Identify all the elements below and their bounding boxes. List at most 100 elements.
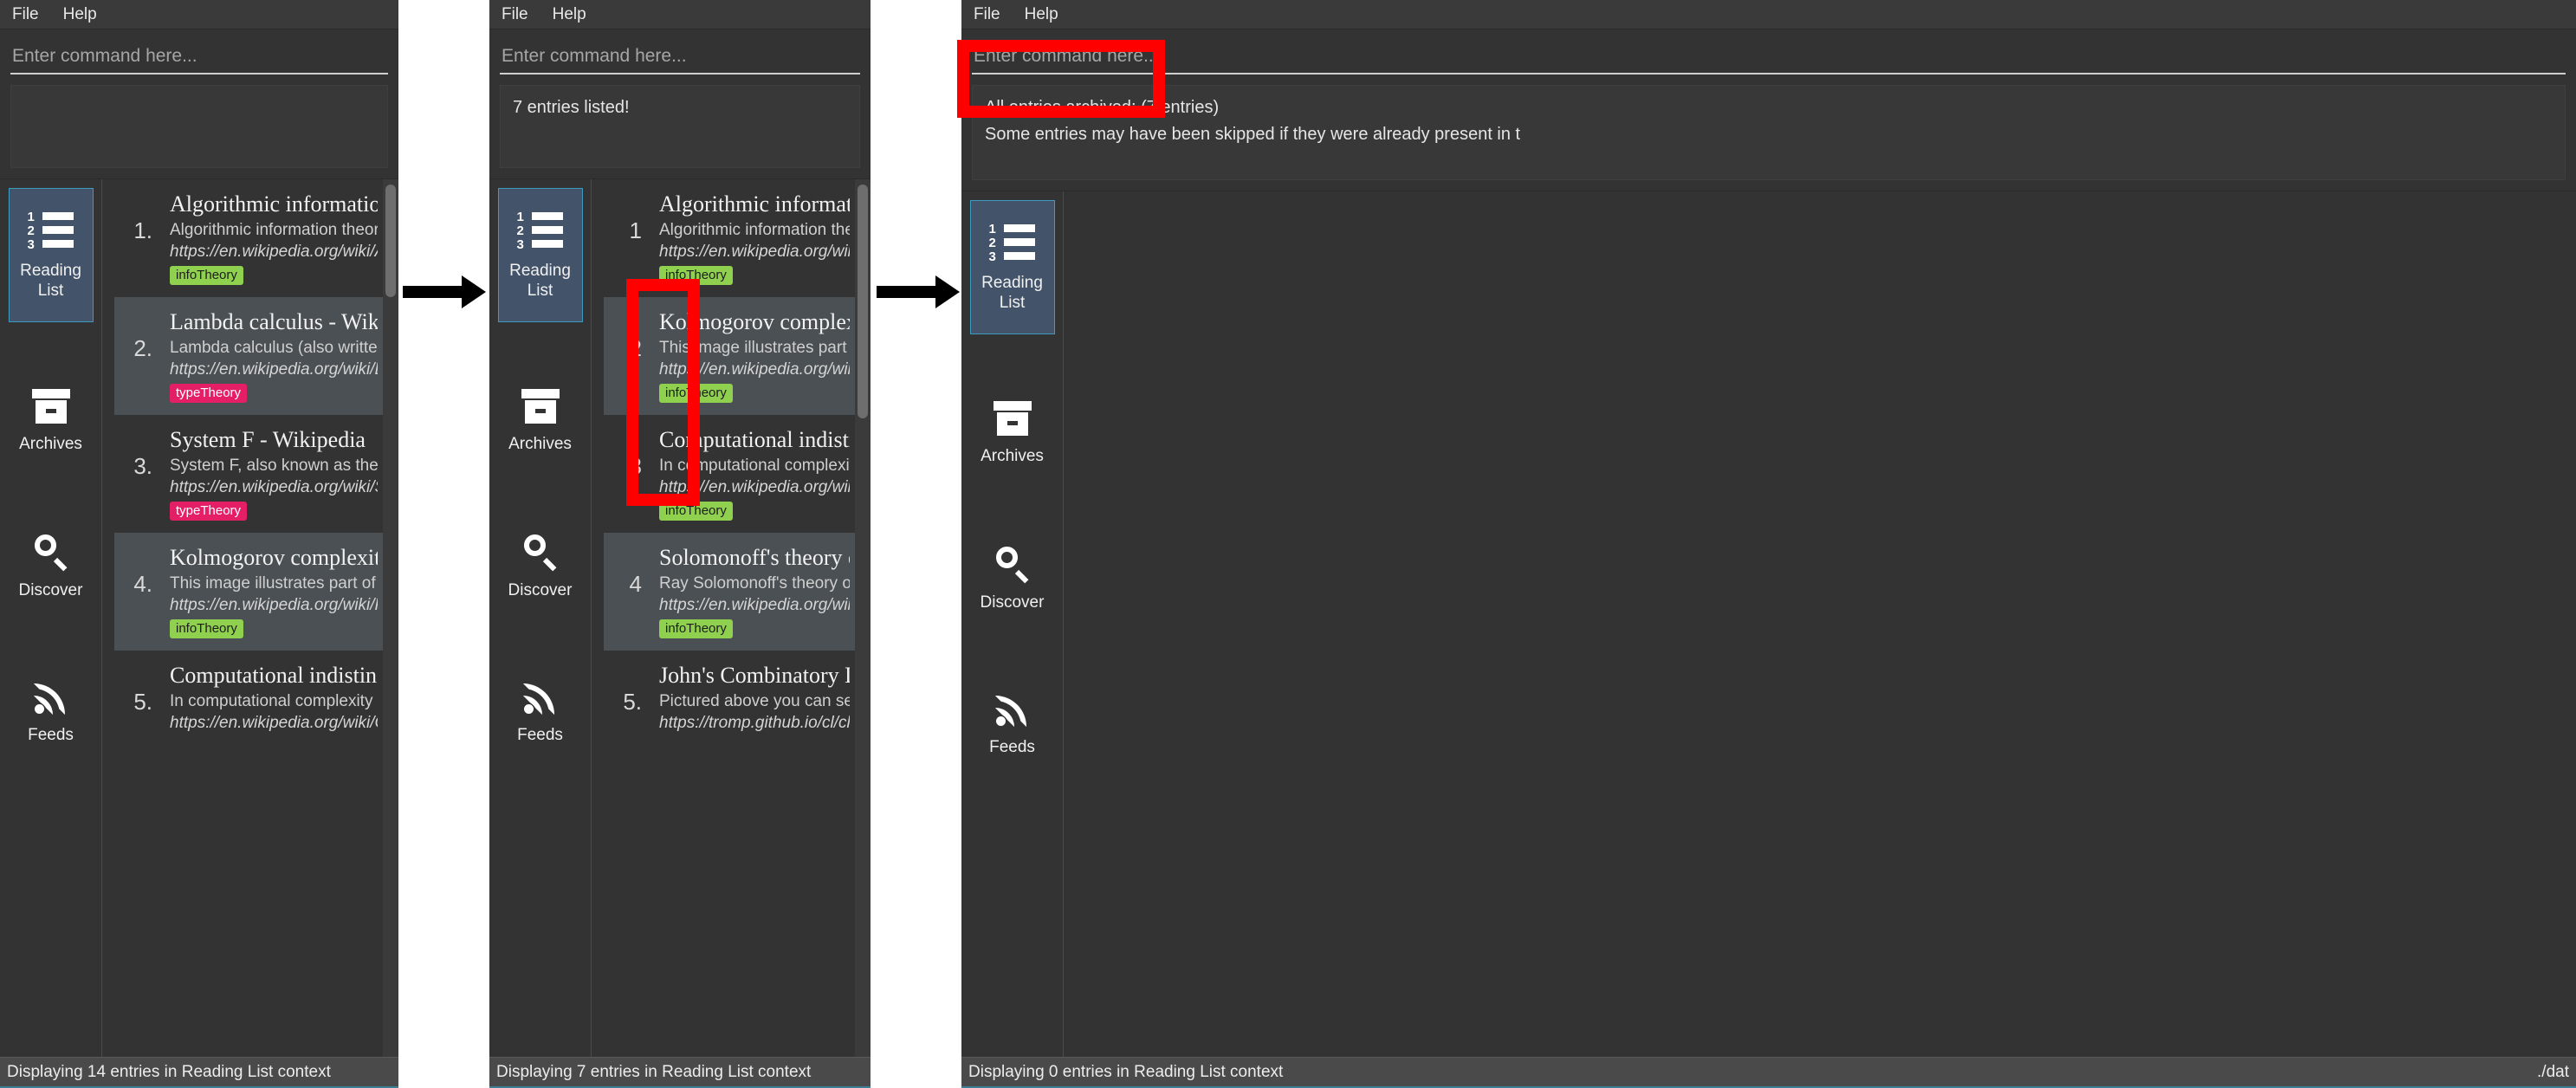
list-item[interactable]: 2. Lambda calculus - Wikipedia Lambda ca… xyxy=(114,297,383,415)
entry-tag[interactable]: infoTheory xyxy=(659,619,733,638)
menu-help[interactable]: Help xyxy=(1013,0,1071,29)
command-input[interactable]: Enter command here... xyxy=(972,40,2566,74)
sidebar-item-archives[interactable]: Archives xyxy=(9,374,94,467)
sidebar-item-feeds[interactable]: Feeds xyxy=(498,665,583,758)
scrollbar-thumb[interactable] xyxy=(858,185,868,418)
archive-box-icon xyxy=(31,389,70,424)
menu-file[interactable]: File xyxy=(489,0,540,29)
entry-description: Pictured above you can see on the left t… xyxy=(659,692,850,710)
entry-number: 2. xyxy=(133,335,152,361)
sidebar-item-label: Feeds xyxy=(989,738,1035,756)
entry-number: 5. xyxy=(133,689,152,715)
entry-tag[interactable]: typeTheory xyxy=(170,384,248,403)
sidebar-item-archives[interactable]: Archives xyxy=(498,374,583,467)
sidebar-item-archives[interactable]: Archives xyxy=(970,386,1055,479)
panel-body-1: 1 2 3 Reading List Archives Discover Fee… xyxy=(0,178,398,1057)
list-item[interactable]: 4. Kolmogorov complexity - Wi... This im… xyxy=(114,533,383,651)
entry-url[interactable]: https://en.wikipedia.org/wiki/Computatio… xyxy=(659,476,850,498)
list-item[interactable]: 3. System F - Wikipedia System F, also k… xyxy=(114,415,383,533)
entry-title: Algorithmic information the... xyxy=(659,191,850,217)
entry-tag[interactable]: typeTheory xyxy=(170,502,248,521)
entry-url[interactable]: https://en.wikipedia.org/wiki/System_F xyxy=(170,476,378,498)
message-box-2: 7 entries listed! xyxy=(500,85,860,168)
entry-list-wrap-2: 1 Algorithmic information the... Algorit… xyxy=(592,179,871,1057)
entry-url[interactable]: https://tromp.github.io/cl/cl.html xyxy=(659,712,850,734)
list-item[interactable]: 4 Solomonoff's theory of indu... Ray Sol… xyxy=(604,533,855,651)
entry-url[interactable]: https://en.wikipedia.org/wiki/Algorithmi… xyxy=(659,241,850,262)
rss-icon xyxy=(33,680,68,715)
app-window-before: File Help Enter command here... 1 2 3 Re… xyxy=(0,0,398,1088)
entry-description: Algorithmic information theory is a subf… xyxy=(659,221,850,239)
sidebar-item-label: Archives xyxy=(981,447,1044,465)
list-scrollbar-1[interactable] xyxy=(383,179,398,1057)
numbered-list-icon: 1 2 3 xyxy=(517,210,564,251)
list-item[interactable]: 2 Kolmogorov complexity - Wi... This ima… xyxy=(604,297,855,415)
flow-arrow-2 xyxy=(877,275,960,308)
entry-description: Ray Solomonoff's theory of universal ind… xyxy=(659,574,850,593)
entry-list-2[interactable]: 1 Algorithmic information the... Algorit… xyxy=(604,179,855,1057)
entry-url[interactable]: https://en.wikipedia.org/wiki/Solomonoff… xyxy=(659,594,850,616)
sidebar-item-discover[interactable]: Discover xyxy=(9,519,94,613)
message-line-2: Some entries may have been skipped if th… xyxy=(985,125,1521,144)
archive-box-icon xyxy=(993,401,1032,436)
entry-url[interactable]: https://en.wikipedia.org/wiki/Lambda_ca.… xyxy=(170,359,378,380)
entry-tag[interactable]: infoTheory xyxy=(659,266,733,285)
search-icon xyxy=(522,534,559,572)
command-input-wrap-1: Enter command here... xyxy=(0,29,398,74)
entry-url[interactable]: https://en.wikipedia.org/wiki/Kolmogoro.… xyxy=(170,594,378,616)
entry-tag[interactable]: infoTheory xyxy=(659,384,733,403)
entry-description: Lambda calculus (also written as λ-calc.… xyxy=(170,339,378,357)
sidebar-item-feeds[interactable]: Feeds xyxy=(9,665,94,758)
sidebar-item-reading-list[interactable]: 1 2 3 Reading List xyxy=(8,188,94,322)
entry-number: 1 xyxy=(629,217,642,243)
scrollbar-thumb[interactable] xyxy=(385,185,396,297)
entry-list-1[interactable]: 1. Algorithmic information the... Algori… xyxy=(114,179,383,1057)
entry-title: Computational indistinguis... xyxy=(170,663,378,688)
list-item[interactable]: 1 Algorithmic information the... Algorit… xyxy=(604,179,855,297)
entry-url[interactable]: https://en.wikipedia.org/wiki/Algorithmi… xyxy=(170,241,378,262)
entry-number: 3 xyxy=(629,453,642,479)
command-input[interactable]: Enter command here... xyxy=(500,40,860,74)
command-input[interactable]: Enter command here... xyxy=(10,40,388,74)
entry-number: 4 xyxy=(629,571,642,597)
sidebar-item-feeds[interactable]: Feeds xyxy=(970,677,1055,770)
sidebar-item-reading-list[interactable]: 1 2 3 Reading List xyxy=(497,188,583,322)
menubar-1: File Help xyxy=(0,0,398,29)
menubar-3: File Help xyxy=(961,0,2576,29)
entry-url[interactable]: https://en.wikipedia.org/wiki/Computatio… xyxy=(170,712,378,734)
entry-url[interactable]: https://en.wikipedia.org/wiki/Kolmogoro.… xyxy=(659,359,850,380)
entry-number: 2 xyxy=(629,335,642,361)
entry-description: Algorithmic information theory is a subf… xyxy=(170,221,378,239)
menu-file[interactable]: File xyxy=(961,0,1013,29)
menu-help[interactable]: Help xyxy=(540,0,599,29)
list-item[interactable]: 3 Computational indistinguis... In compu… xyxy=(604,415,855,533)
sidebar-item-label: Reading List xyxy=(509,261,571,300)
entry-tag[interactable]: infoTheory xyxy=(659,502,733,521)
entry-description: This image illustrates part of the xyxy=(170,574,378,593)
entry-description: System F, also known as the (Girard–Re..… xyxy=(170,457,378,475)
entry-number: 4. xyxy=(133,571,152,597)
menu-help[interactable]: Help xyxy=(51,0,109,29)
status-text: Displaying 7 entries in Reading List con… xyxy=(496,1062,812,1081)
entry-number: 1. xyxy=(133,217,152,243)
numbered-list-icon: 1 2 3 xyxy=(28,210,74,251)
entry-title: Lambda calculus - Wikipedia xyxy=(170,309,378,334)
search-icon xyxy=(33,534,69,572)
list-item[interactable]: 5. John's Combinatory Logic Pl... Pictur… xyxy=(604,651,855,746)
sidebar-item-discover[interactable]: Discover xyxy=(498,519,583,613)
sidebar-item-discover[interactable]: Discover xyxy=(970,531,1055,625)
status-text: Displaying 0 entries in Reading List con… xyxy=(968,1062,1284,1081)
entry-number: 5. xyxy=(623,689,642,715)
entry-tag[interactable]: infoTheory xyxy=(170,266,243,285)
sidebar-item-reading-list[interactable]: 1 2 3 Reading List xyxy=(969,200,1055,334)
entry-list-3[interactable] xyxy=(1076,191,2576,1057)
message-box-3: All entries archived: (7 entries) Some e… xyxy=(972,85,2566,180)
list-scrollbar-2[interactable] xyxy=(855,179,871,1057)
message-line-1: All entries archived: (7 entries) xyxy=(985,98,1220,117)
entry-title: System F - Wikipedia xyxy=(170,427,366,452)
status-bar-1: Displaying 14 entries in Reading List co… xyxy=(0,1057,398,1088)
entry-tag[interactable]: infoTheory xyxy=(170,619,243,638)
menu-file[interactable]: File xyxy=(0,0,51,29)
list-item[interactable]: 1. Algorithmic information the... Algori… xyxy=(114,179,383,297)
list-item[interactable]: 5. Computational indistinguis... In comp… xyxy=(114,651,383,746)
